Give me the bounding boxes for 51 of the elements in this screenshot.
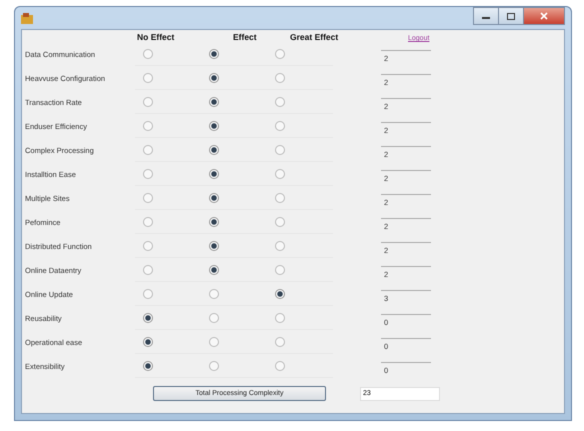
radio-button[interactable] — [143, 216, 153, 226]
radio-button[interactable] — [143, 264, 153, 274]
radio-button[interactable] — [143, 288, 153, 298]
radio-button[interactable] — [143, 336, 153, 346]
radio-button[interactable] — [143, 360, 153, 370]
radio-button[interactable] — [209, 48, 219, 58]
radio-button[interactable] — [275, 120, 285, 130]
radio-button[interactable] — [209, 192, 219, 202]
radio-button[interactable] — [143, 96, 153, 106]
radio-button[interactable] — [209, 144, 219, 154]
radio-button[interactable] — [209, 336, 219, 346]
radio-button[interactable] — [209, 288, 219, 298]
radio-button[interactable] — [143, 312, 153, 322]
radio-button[interactable] — [275, 264, 285, 274]
close-icon — [540, 12, 548, 20]
radio-button[interactable] — [275, 216, 285, 226]
radio-button[interactable] — [209, 120, 219, 130]
radio-button[interactable] — [275, 288, 285, 298]
radio-button[interactable] — [275, 96, 285, 106]
column-header: Great Effect — [290, 32, 338, 42]
radio-button[interactable] — [275, 240, 285, 250]
radio-button[interactable] — [209, 72, 219, 82]
radio-button[interactable] — [275, 144, 285, 154]
radio-button[interactable] — [143, 144, 153, 154]
radio-button[interactable] — [143, 120, 153, 130]
column-header: No Effect — [137, 32, 174, 42]
app-icon — [21, 12, 33, 24]
radio-button[interactable] — [275, 168, 285, 178]
radio-button[interactable] — [275, 192, 285, 202]
radio-button[interactable] — [209, 240, 219, 250]
close-button[interactable] — [523, 7, 565, 25]
radio-button[interactable] — [209, 96, 219, 106]
radio-button[interactable] — [209, 312, 219, 322]
radio-button[interactable] — [209, 216, 219, 226]
radio-button[interactable] — [275, 48, 285, 58]
radio-button[interactable] — [209, 264, 219, 274]
radio-button[interactable] — [143, 72, 153, 82]
radio-button[interactable] — [275, 72, 285, 82]
radio-button[interactable] — [143, 168, 153, 178]
radio-button[interactable] — [143, 240, 153, 250]
maximize-button[interactable] — [498, 7, 524, 25]
maximize-icon — [507, 12, 515, 20]
radio-button[interactable] — [143, 192, 153, 202]
radio-button[interactable] — [275, 336, 285, 346]
column-header: Effect — [233, 32, 257, 42]
radio-button[interactable] — [143, 48, 153, 58]
radio-button[interactable] — [209, 168, 219, 178]
radio-button[interactable] — [275, 312, 285, 322]
minimize-button[interactable] — [473, 7, 499, 25]
radio-button[interactable] — [209, 360, 219, 370]
radio-button[interactable] — [275, 360, 285, 370]
